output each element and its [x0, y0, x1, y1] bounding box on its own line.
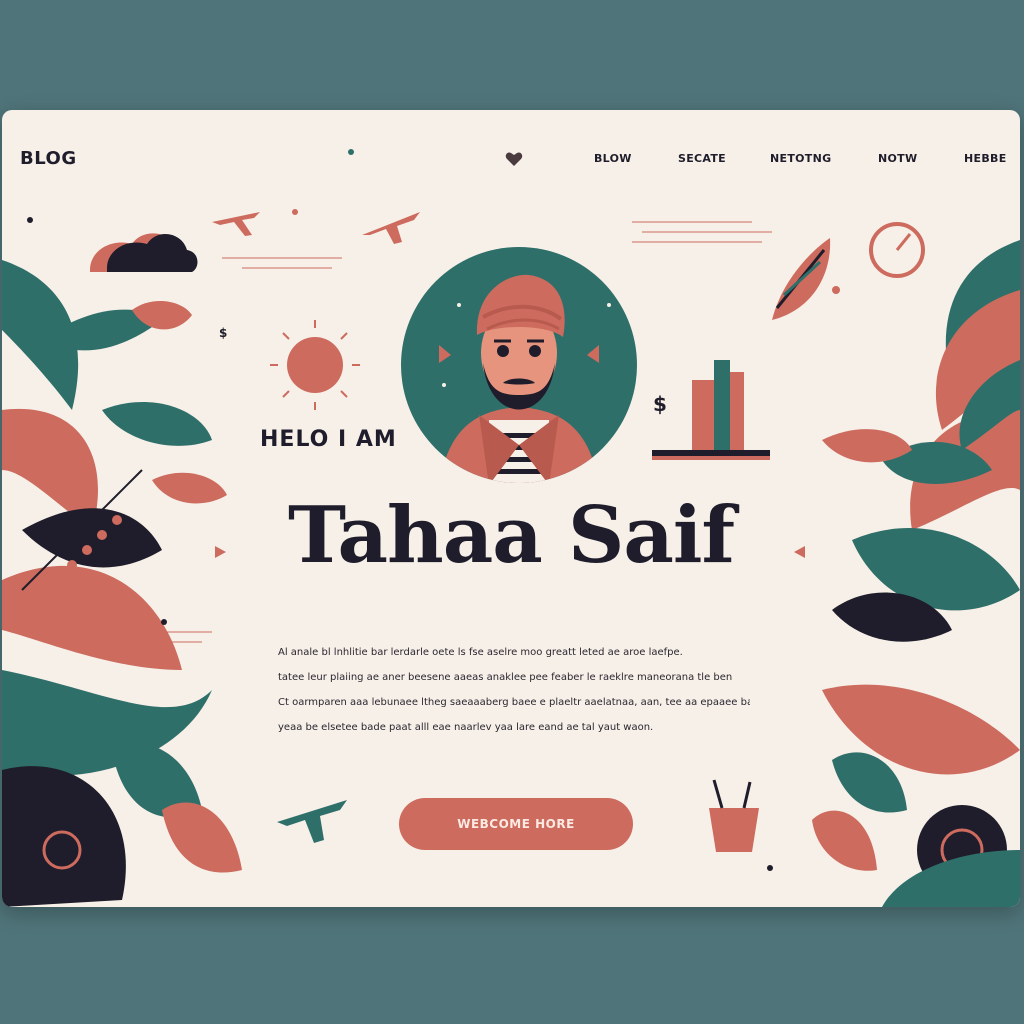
bar-chart-illustration [652, 360, 770, 460]
cloud-illustration [90, 233, 198, 272]
hero-name: Tahaa Saif [287, 490, 735, 581]
nav-item-notw[interactable]: NOTW [878, 152, 917, 165]
bio-line: Al anale bl lnhlitie bar lerdarle oete l… [278, 647, 683, 658]
nav-item-hebbe[interactable]: HEBBE [964, 152, 1007, 165]
left-foliage [2, 260, 242, 907]
bio-line: Ct oarmparen aaa lebunaee ltheg saeaaabe… [278, 697, 750, 708]
clock-illustration [869, 222, 925, 278]
nav-item-netotng[interactable]: NETOTNG [770, 152, 831, 165]
main-navigation: BLOW SECATE NETOTNG NOTW HEBBE [2, 152, 1020, 172]
page-card: BLOG BLOW SECATE NETOTNG NOTW HEBBE $ $ … [2, 110, 1020, 907]
sun-illustration [270, 320, 360, 410]
profile-avatar [401, 247, 637, 483]
striped-leaf [772, 238, 831, 320]
bio-paragraph: Al anale bl lnhlitie bar lerdarle oete l… [278, 640, 750, 740]
bio-line: tatee leur plaiing ae aner beesene aaeas… [278, 672, 733, 683]
plant-pot-illustration [709, 779, 759, 852]
dollar-sign-chart: $ [653, 392, 667, 416]
bio-line: yeaa be elsetee bade paat alll eae naarl… [278, 722, 654, 733]
nav-item-secate[interactable]: SECATE [678, 152, 726, 165]
dollar-sign-small: $ [219, 326, 228, 340]
nav-item-blow[interactable]: BLOW [594, 152, 632, 165]
cta-button[interactable]: WEBCOME HORE [399, 798, 633, 850]
hero-greeting: HELO I AM [260, 427, 397, 452]
